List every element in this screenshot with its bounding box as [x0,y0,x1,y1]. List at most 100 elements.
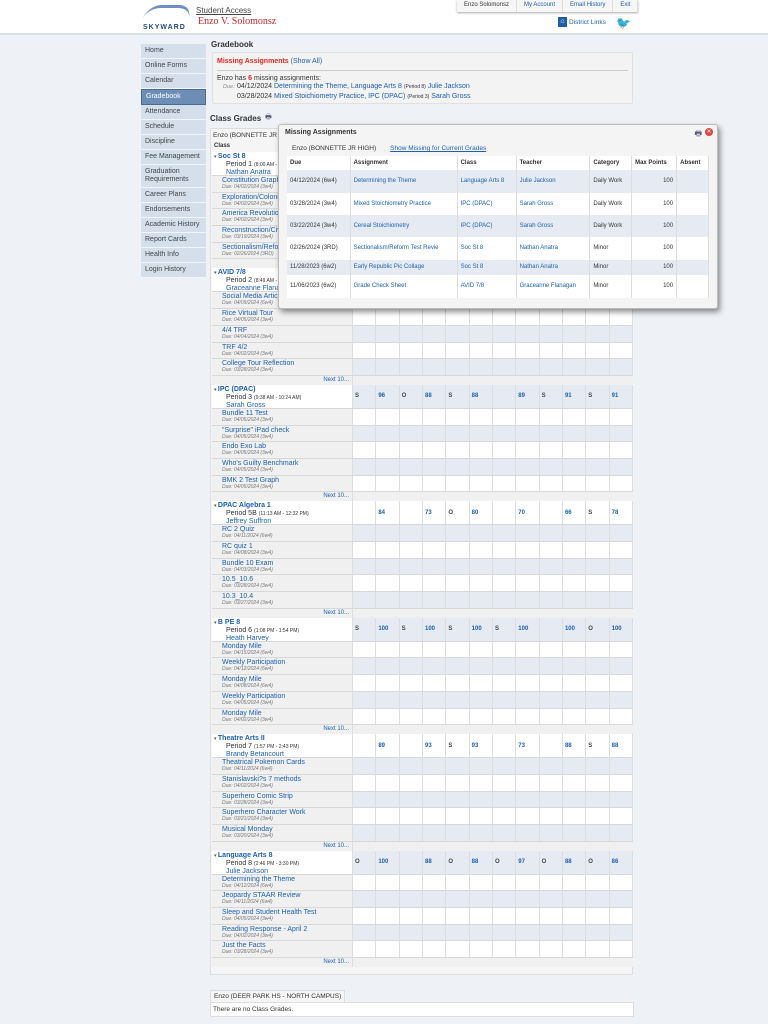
grade-cell[interactable]: 78 [610,501,633,525]
assignment-link[interactable]: 10.5_10.6 [222,576,350,583]
teacher-link[interactable]: Heath Harvey [214,635,350,641]
class-link[interactable]: Soc St 8 [457,237,517,260]
assignment-link[interactable]: Jeopardy STAAR Review [222,892,350,899]
grade-cell[interactable]: S [446,617,470,641]
grade-cell[interactable]: S [586,501,610,525]
assignment-link[interactable]: Mixed Stoichiometry Practice, IPC (DPAC) [274,93,405,100]
sidebar-item-online-forms[interactable]: Online Forms [141,59,206,74]
grade-cell[interactable]: 86 [610,850,633,874]
assignment-link[interactable]: Bundle 10 Exam [222,560,350,567]
school-tab[interactable]: Enzo (DEER PARK HS - NORTH CAMPUS) [210,990,346,1002]
class-link[interactable]: AVID 7/8 [457,275,517,298]
grade-cell[interactable]: O [493,850,517,874]
sidebar-item-health-info[interactable]: Health Info [141,248,206,263]
teacher-link[interactable]: Jeffrey Suffron [214,518,350,524]
assignment-link[interactable]: Sleep and Student Health Test [222,909,350,916]
assignment-link[interactable]: College Tour Reflection [222,360,350,367]
grade-cell[interactable]: S [446,734,470,758]
print-icon[interactable]: 🖶 [265,113,272,124]
grade-cell[interactable]: 88 [423,384,447,408]
sidebar-item-report-cards[interactable]: Report Cards [141,233,206,248]
assignment-link[interactable]: 4/4 TRF [222,327,350,334]
next-10-link[interactable]: Next 10... [212,492,353,502]
class-name-link[interactable]: Soc St 8 [218,153,246,160]
my-account-link[interactable]: My Account [517,0,564,12]
assignment-link[interactable]: Determining the Theme [222,876,350,883]
exit-link[interactable]: Exit [613,0,639,12]
grade-cell[interactable]: S [353,384,377,408]
grade-cell[interactable]: O [586,617,610,641]
teacher-link[interactable]: Graceanne Flanagan [516,275,591,298]
class-link[interactable]: IPC (DPAC) [457,193,517,215]
teacher-link[interactable]: Julie Jackson [214,868,350,874]
class-name-link[interactable]: Language Arts 8 [218,852,273,859]
sidebar-item-graduation-requirements[interactable]: Graduation Requirements [141,165,206,188]
assignment-link[interactable]: RC 2 Quiz [222,526,350,533]
grade-cell[interactable]: S [586,384,610,408]
sidebar-item-calendar[interactable]: Calendar [141,74,206,89]
grade-cell[interactable]: S [353,617,377,641]
assignment-link[interactable]: Musical Monday [222,826,350,833]
teacher-link[interactable]: Nathan Anatra [516,237,591,260]
grade-cell[interactable]: 100 [563,617,587,641]
grade-cell[interactable]: 91 [563,384,587,408]
grade-cell[interactable]: S [540,384,563,408]
assignment-link[interactable]: Just the Facts [222,942,350,949]
assignment-link[interactable]: Weekly Participation [222,659,350,666]
grade-cell[interactable]: 88 [470,384,493,408]
close-icon[interactable]: ✕ [705,128,713,136]
sidebar-item-attendance[interactable]: Attendance [141,105,206,120]
twitter-icon[interactable]: 🐦 [616,16,631,30]
class-name-link[interactable]: Theatre Arts II [218,735,265,742]
assignment-link[interactable]: Grade Check Sheet [350,275,458,298]
grade-cell[interactable]: 84 [376,501,400,525]
teacher-link[interactable]: Sarah Gross [516,215,591,237]
assignment-link[interactable]: TRF 4/2 [222,344,350,351]
assignment-link[interactable]: Monday Mile [222,676,350,683]
teacher-link[interactable]: Sarah Gross [516,193,591,215]
assignment-link[interactable]: "Surprise" iPad check [222,427,350,434]
grade-cell[interactable]: S [446,384,470,408]
class-link[interactable]: Soc St 8 [457,260,517,275]
sidebar-item-login-history[interactable]: Login History [141,263,206,278]
assignment-link[interactable]: Who's Guilty Benchmark [222,460,350,467]
assignment-link[interactable]: Bundle 11 Test [222,410,350,417]
assignment-link[interactable]: Cereal Stoichiometry [350,215,458,237]
assignment-link[interactable]: Stanislavski?s 7 methods [222,776,350,783]
sidebar-item-career-plans[interactable]: Career Plans [141,188,206,203]
grade-cell[interactable]: 100 [423,617,447,641]
grade-cell[interactable]: 88 [610,734,633,758]
district-links-button[interactable]: ⌂ District Links [558,17,606,27]
school-tab[interactable]: Enzo (BONNETTE JR HIGH) [292,145,376,152]
grade-cell[interactable]: 73 [423,501,447,525]
grade-cell[interactable]: O [586,850,610,874]
grade-cell[interactable]: 97 [516,850,540,874]
sidebar-item-schedule[interactable]: Schedule [141,120,206,135]
assignment-link[interactable]: BMK 2 Test Graph [222,477,350,484]
sidebar-item-endorsements[interactable]: Endorsements [141,203,206,218]
teacher-link[interactable]: Julie Jackson [428,83,470,90]
grade-cell[interactable]: S [493,617,517,641]
assignment-link[interactable]: Superhero Character Work [222,809,350,816]
app-title[interactable]: Student Access [196,6,251,15]
class-name-link[interactable]: DPAC Algebra 1 [218,502,271,509]
sidebar-item-academic-history[interactable]: Academic History [141,218,206,233]
class-name-link[interactable]: B PE 8 [218,619,240,626]
grade-cell[interactable]: O [446,501,470,525]
grade-cell[interactable]: O [400,384,423,408]
grade-cell[interactable]: 66 [563,501,587,525]
grade-cell[interactable]: 100 [470,617,493,641]
sidebar-item-home[interactable]: Home [141,44,206,59]
assignment-link[interactable]: Determining the Theme [350,170,458,193]
grade-cell[interactable]: 88 [423,850,447,874]
next-10-link[interactable]: Next 10... [212,725,353,735]
grade-cell[interactable]: 88 [563,850,587,874]
assignment-link[interactable]: Monday Mile [222,710,350,717]
print-icon[interactable]: 🖶 [694,128,702,142]
grade-cell[interactable]: 73 [516,734,540,758]
show-missing-current-link[interactable]: Show Missing for Current Grades [390,145,486,152]
show-all-link[interactable]: (Show All) [291,58,323,65]
teacher-link[interactable]: Sarah Gross [431,93,470,100]
grade-cell[interactable]: O [353,850,377,874]
grade-cell[interactable]: O [540,850,563,874]
